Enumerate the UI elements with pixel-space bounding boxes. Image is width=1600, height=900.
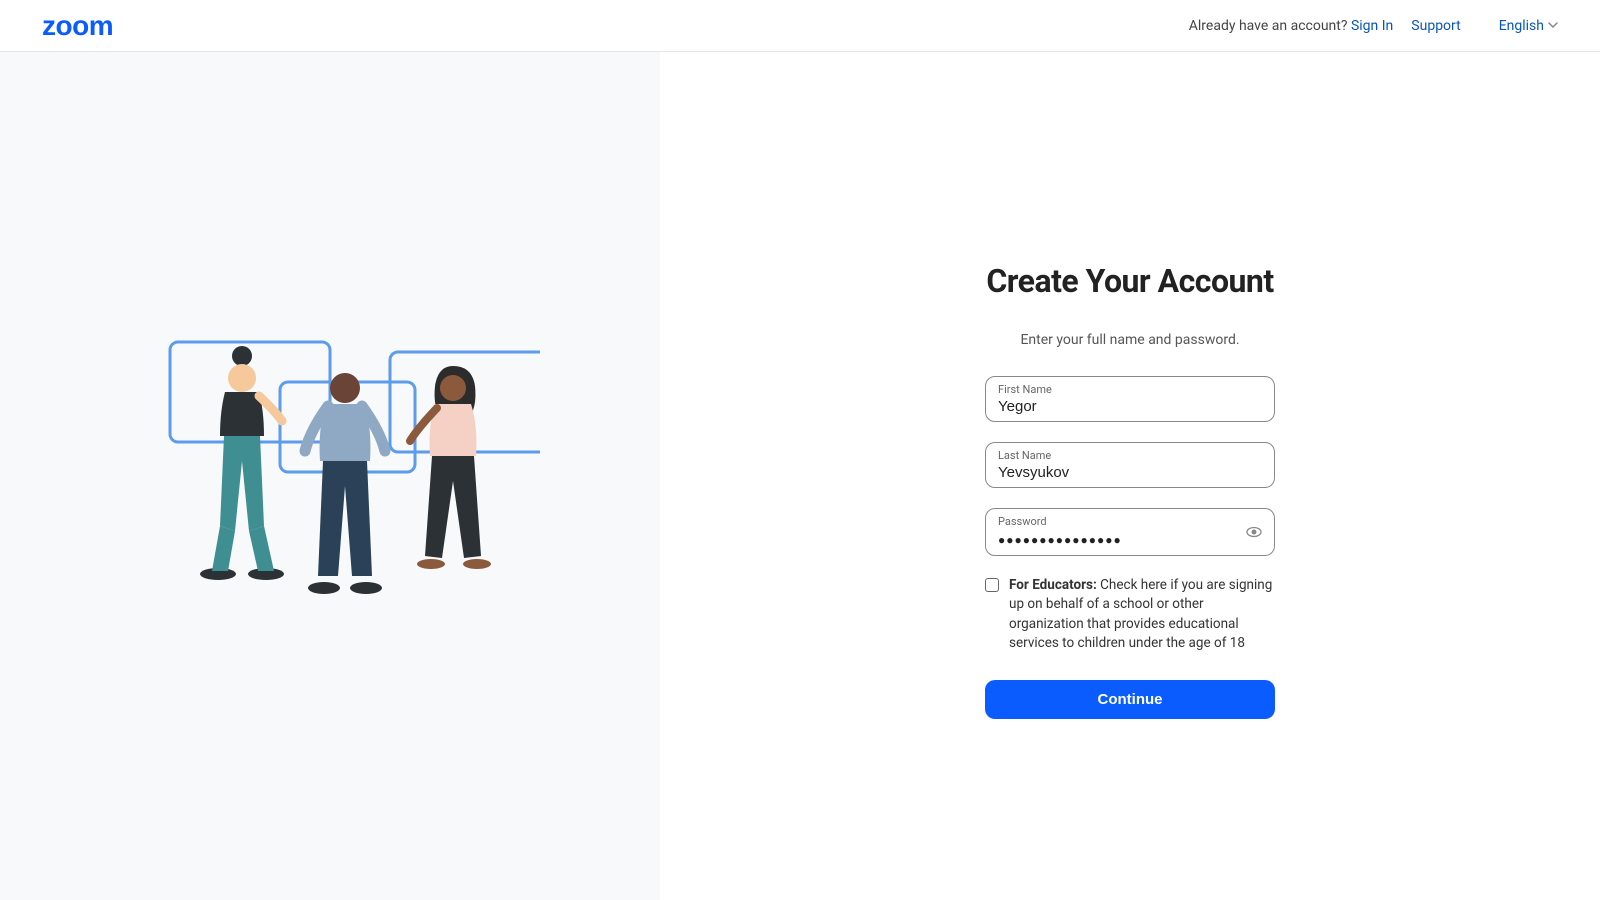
educators-strong: For Educators: (1009, 577, 1097, 593)
last-name-field[interactable]: Last Name (985, 442, 1275, 488)
educators-label: For Educators: Check here if you are sig… (1009, 576, 1275, 654)
already-label: Already have an account? (1189, 18, 1348, 34)
continue-button[interactable]: Continue (985, 680, 1275, 719)
sign-in-link[interactable]: Sign In (1351, 18, 1393, 34)
language-label: English (1499, 18, 1544, 34)
language-selector[interactable]: English (1499, 18, 1558, 34)
header: zoom Already have an account? Sign In Su… (0, 0, 1600, 52)
eye-icon[interactable] (1246, 524, 1262, 540)
educators-checkbox[interactable] (985, 578, 999, 592)
first-name-label: First Name (998, 383, 1262, 396)
zoom-logo[interactable]: zoom (42, 10, 113, 42)
educators-checkbox-row: For Educators: Check here if you are sig… (985, 576, 1275, 654)
people-illustration (120, 306, 540, 646)
password-input[interactable] (998, 530, 1262, 549)
last-name-label: Last Name (998, 449, 1262, 462)
last-name-input[interactable] (998, 463, 1262, 481)
signup-form: Create Your Account Enter your full name… (985, 262, 1275, 719)
first-name-input[interactable] (998, 397, 1262, 415)
already-have-account-text: Already have an account? Sign In (1189, 18, 1394, 34)
main-content: Create Your Account Enter your full name… (0, 52, 1600, 900)
header-links: Already have an account? Sign In Support… (1189, 18, 1558, 34)
illustration-panel (0, 52, 660, 900)
form-panel: Create Your Account Enter your full name… (660, 52, 1600, 900)
support-link[interactable]: Support (1411, 18, 1460, 34)
first-name-field[interactable]: First Name (985, 376, 1275, 422)
password-field[interactable]: Password (985, 508, 1275, 555)
page-title: Create Your Account (985, 262, 1275, 300)
chevron-down-icon (1548, 20, 1558, 31)
page-subtitle: Enter your full name and password. (985, 332, 1275, 348)
password-label: Password (998, 515, 1262, 528)
